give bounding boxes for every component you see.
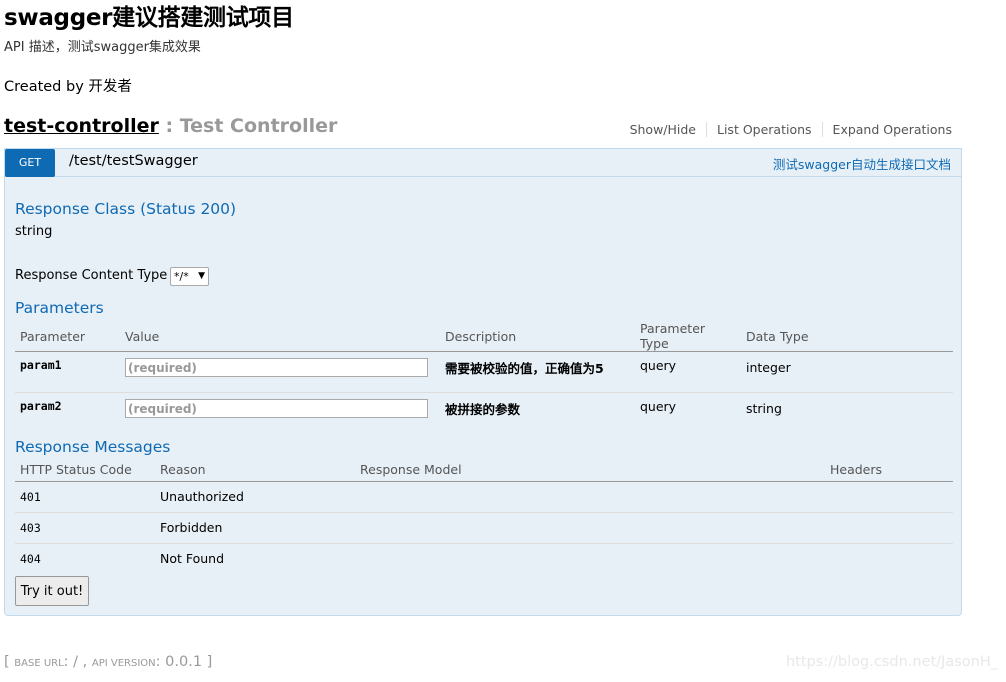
content-type-select[interactable]: */* ▼ xyxy=(170,267,209,286)
resource-name-link[interactable]: test-controller xyxy=(4,115,159,137)
resource-description: : Test Controller xyxy=(158,115,338,137)
param-value-cell xyxy=(120,351,440,393)
status-reason: Forbidden xyxy=(155,512,355,544)
param-name: param1 xyxy=(15,351,120,393)
operation-path[interactable]: /test/testSwagger xyxy=(69,153,198,169)
parameters-title: Parameters xyxy=(15,299,104,317)
api-version-label: api version xyxy=(91,658,156,669)
operation-panel: GET /test/testSwagger 测试swagger自动生成接口文档 … xyxy=(4,148,962,616)
parameter-row: param2 被拼接的参数 query string xyxy=(15,393,953,434)
param-description: 被拼接的参数 xyxy=(445,402,521,417)
status-code: 403 xyxy=(15,512,155,544)
param-data-type: string xyxy=(746,401,782,416)
header-value: Value xyxy=(120,321,440,352)
param-description: 需要被校验的值，正确值为5 xyxy=(440,351,635,393)
content-type-value: */* xyxy=(174,270,189,283)
expand-operations-link[interactable]: Expand Operations xyxy=(821,122,954,137)
response-messages-title: Response Messages xyxy=(15,438,171,456)
footer-open-bracket: [ xyxy=(4,654,15,670)
response-class-value: string xyxy=(15,224,53,239)
http-method-badge[interactable]: GET xyxy=(5,149,55,177)
header-reason: Reason xyxy=(155,459,355,482)
param2-input[interactable] xyxy=(125,399,428,418)
header-response-model: Response Model xyxy=(355,459,825,482)
parameter-row: param1 需要被校验的值，正确值为5 query integer xyxy=(15,351,953,393)
list-operations-link[interactable]: List Operations xyxy=(706,122,822,137)
param-value-cell xyxy=(120,393,440,434)
header-data-type: Data Type xyxy=(741,321,953,352)
param-data-type: integer xyxy=(741,351,953,393)
api-description: API 描述，测试swagger集成效果 xyxy=(4,40,201,55)
show-hide-link[interactable]: Show/Hide xyxy=(620,122,706,137)
header-description: Description xyxy=(440,321,635,352)
status-code: 404 xyxy=(20,551,41,566)
resource-actions: Show/Hide List Operations Expand Operati… xyxy=(620,122,954,137)
response-class-title: Response Class (Status 200) xyxy=(15,200,237,218)
parameters-table: Parameter Value Description Parameter Ty… xyxy=(15,321,953,434)
param1-input[interactable] xyxy=(125,358,428,377)
message-row: 404 Not Found xyxy=(15,543,953,574)
parameters-header-row: Parameter Value Description Parameter Ty… xyxy=(15,321,953,352)
base-url-value: : / , xyxy=(63,654,92,670)
try-it-out-button[interactable]: Try it out! xyxy=(15,576,89,606)
footer-info: [ base url: / , api version: 0.0.1 ] xyxy=(4,654,212,670)
base-url-label: base url xyxy=(14,658,64,669)
operation-heading[interactable]: GET /test/testSwagger 测试swagger自动生成接口文档 xyxy=(5,149,961,177)
header-headers: Headers xyxy=(825,459,953,482)
created-by: Created by 开发者 xyxy=(4,79,132,95)
dropdown-caret-icon: ▼ xyxy=(198,271,205,281)
resource-heading: test-controller : Test Controller xyxy=(4,115,337,137)
status-reason: Not Found xyxy=(160,551,225,567)
api-version-value: : 0.0.1 ] xyxy=(155,654,213,670)
message-row: 401 Unauthorized xyxy=(15,481,953,513)
message-row: 403 Forbidden xyxy=(15,512,953,544)
watermark: https://blog.csdn.net/JasonH_ xyxy=(785,654,998,670)
api-title: swagger建议搭建测试项目 xyxy=(4,5,294,31)
messages-header-row: HTTP Status Code Reason Response Model H… xyxy=(15,459,953,482)
response-messages-table: HTTP Status Code Reason Response Model H… xyxy=(15,459,953,574)
param-type: query xyxy=(635,351,741,393)
header-status-code: HTTP Status Code xyxy=(15,459,155,482)
operation-summary[interactable]: 测试swagger自动生成接口文档 xyxy=(773,154,951,173)
header-parameter: Parameter xyxy=(15,321,120,352)
param-type: query xyxy=(640,399,677,414)
param-name: param2 xyxy=(20,399,62,413)
content-type-label: Response Content Type xyxy=(15,268,168,283)
header-parameter-type: Parameter Type xyxy=(635,321,741,352)
status-code: 401 xyxy=(15,481,155,513)
status-reason: Unauthorized xyxy=(155,481,355,513)
